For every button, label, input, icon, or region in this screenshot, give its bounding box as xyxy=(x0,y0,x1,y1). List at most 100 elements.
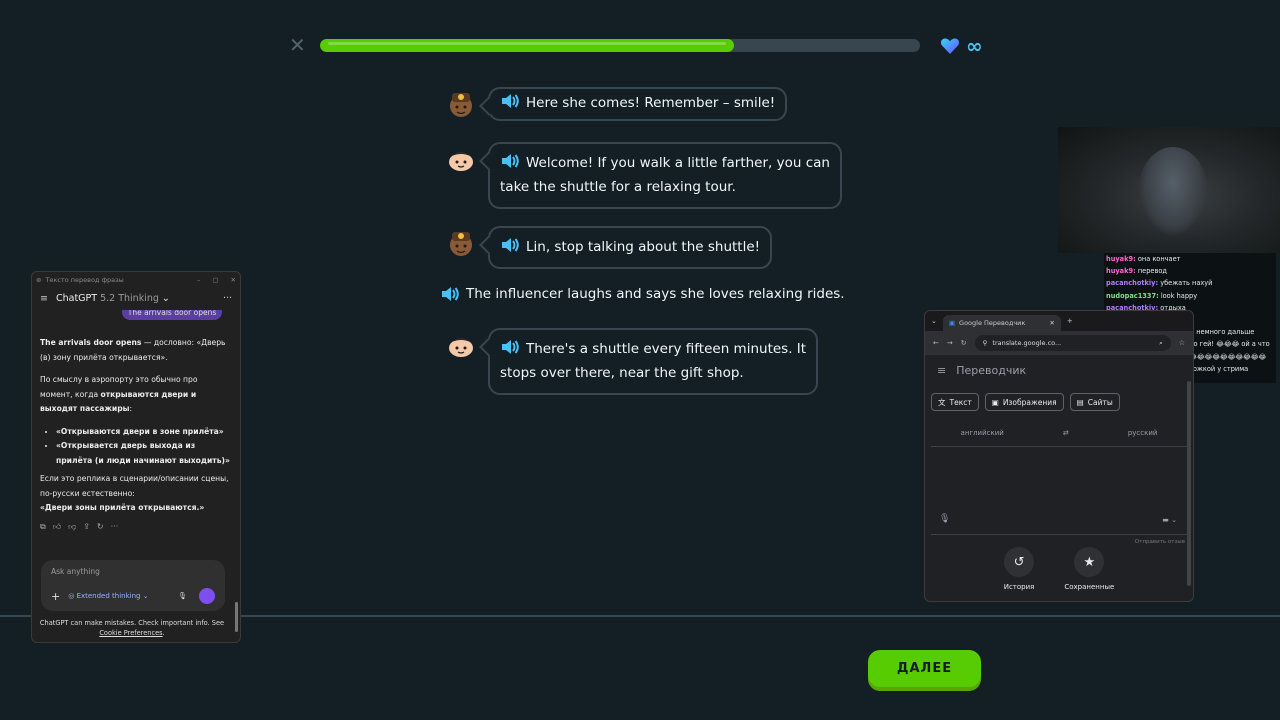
history-icon: ↺ xyxy=(1004,547,1035,577)
streamer-figure xyxy=(1138,147,1208,237)
voice-mode-button[interactable] xyxy=(199,588,215,604)
tab-google-translate[interactable]: ▣ Google Переводчик ✕ xyxy=(942,315,1061,331)
mode-sites-chip[interactable]: ▤ Сайты xyxy=(1069,393,1120,411)
sidebar-toggle-icon[interactable]: ≡ xyxy=(40,293,48,304)
target-language[interactable]: русский xyxy=(1128,429,1158,437)
dialogue-text: Welcome! If you walk a little farther, y… xyxy=(526,155,830,171)
tab-menu-icon[interactable]: ⌄ xyxy=(931,317,937,325)
chat-input-placeholder[interactable]: Ask anything xyxy=(51,567,215,576)
chat-input[interactable]: Ask anything + ◎ Extended thinking ⌄ 🎙︎ xyxy=(41,560,225,611)
close-window-icon[interactable]: ✕ xyxy=(231,276,236,284)
chatgpt-window: ⊛ Тексто перевод фразы – ▢ ✕ ≡ ChatGPT 5.… xyxy=(31,271,241,643)
cookie-preferences-link[interactable]: Cookie Preferences xyxy=(99,629,162,637)
dialogue-line-4: There's a shuttle every fifteen minutes.… xyxy=(446,328,819,395)
history-button[interactable]: ↺ История xyxy=(1003,547,1035,591)
hearts-counter[interactable]: ∞ xyxy=(940,34,983,58)
bookmark-star-icon[interactable]: ☆ xyxy=(1179,339,1185,347)
speaker-icon[interactable] xyxy=(500,93,520,109)
dialogue-line-1: Here she comes! Remember – smile! xyxy=(446,87,788,121)
menu-icon[interactable]: ≡ xyxy=(937,364,946,377)
address-bar[interactable]: ⚲ translate.google.co... ⌕ xyxy=(974,335,1171,351)
speech-bubble[interactable]: There's a shuttle every fifteen minutes.… xyxy=(488,328,819,395)
regenerate-icon[interactable]: ↻ xyxy=(97,522,104,532)
share-icon[interactable]: ⇪ xyxy=(83,522,90,532)
history-label: История xyxy=(1003,583,1035,591)
star-icon: ★ xyxy=(1074,547,1105,577)
chip-label: Сайты xyxy=(1087,397,1113,407)
disclaimer-end: . xyxy=(162,629,165,637)
chip-label: Изображения xyxy=(1002,397,1057,407)
saved-button[interactable]: ★ Сохраненные xyxy=(1064,547,1114,591)
new-tab-icon[interactable]: + xyxy=(1067,317,1073,325)
hearts-value: ∞ xyxy=(966,34,983,58)
chat-username: huyak9: xyxy=(1106,267,1136,276)
feedback-link[interactable]: Отправить отзыв xyxy=(925,535,1193,545)
chip-label: Текст xyxy=(949,397,972,407)
chat-username: pacanchotkiy: xyxy=(1106,279,1159,288)
speaker-icon[interactable] xyxy=(500,237,520,253)
close-lesson-icon[interactable]: ✕ xyxy=(289,35,307,55)
disclaimer-text: ChatGPT can make mistakes. Check importa… xyxy=(39,619,225,627)
language-selector: английский ⇄ русский xyxy=(931,419,1187,447)
chatgpt-header: ≡ ChatGPT 5.2 Thinking ⌄ ··· xyxy=(32,288,240,308)
copy-icon[interactable]: ⧉ xyxy=(40,522,46,532)
chatgpt-disclaimer: ChatGPT can make mistakes. Check importa… xyxy=(32,618,232,638)
dialogue-text: take the shuttle for a relaxing tour. xyxy=(500,179,736,195)
model-selector[interactable]: ChatGPT 5.2 Thinking ⌄ xyxy=(56,293,170,304)
google-translate-window: ⌄ ▣ Google Переводчик ✕ + ← → ↻ ⚲ transl… xyxy=(924,310,1194,602)
microphone-icon[interactable]: 🎙︎ xyxy=(178,592,187,600)
webcam-overlay xyxy=(1058,127,1280,253)
tab-title: Google Переводчик xyxy=(959,319,1026,327)
model-name: ChatGPT xyxy=(55,292,98,304)
maximize-icon[interactable]: ▢ xyxy=(212,276,218,284)
browser-tabbar: ⌄ ▣ Google Переводчик ✕ + xyxy=(925,311,1193,331)
reload-icon[interactable]: ↻ xyxy=(961,339,967,347)
speaker-icon[interactable] xyxy=(500,339,520,355)
thumbs-up-icon[interactable]: 👍︎ xyxy=(53,522,61,532)
speaker-icon[interactable] xyxy=(500,153,520,169)
saved-label: Сохраненные xyxy=(1064,583,1115,591)
keyboard-icon[interactable]: ▬ ⌄ xyxy=(1162,516,1177,524)
continue-button[interactable]: ДАЛЕЕ xyxy=(868,650,981,687)
back-icon[interactable]: ← xyxy=(933,339,939,347)
translate-scrollbar[interactable] xyxy=(1187,381,1191,586)
mode-text-chip[interactable]: 文 Текст xyxy=(931,393,979,411)
close-tab-icon[interactable]: ✕ xyxy=(1049,319,1054,327)
more-options-icon[interactable]: ··· xyxy=(223,293,232,304)
bea-avatar-icon xyxy=(449,152,473,171)
extended-thinking-toggle[interactable]: ◎ Extended thinking ⌄ xyxy=(68,592,148,600)
dialogue-text: Here she comes! Remember – smile! xyxy=(526,95,776,111)
chat-message: nudopac1337: look happy xyxy=(1106,290,1274,302)
chat-text: перевод xyxy=(1135,267,1167,276)
thumbs-down-icon[interactable]: 👎︎ xyxy=(68,522,76,532)
source-text-area[interactable]: 🎙︎ ▬ ⌄ xyxy=(931,447,1187,535)
scrollbar-thumb[interactable] xyxy=(235,602,238,632)
site-info-icon[interactable]: ⚲ xyxy=(983,339,988,347)
mode-images-chip[interactable]: ▣ Изображения xyxy=(984,393,1064,411)
speech-bubble[interactable]: Welcome! If you walk a little farther, y… xyxy=(488,142,842,209)
translate-bottom-actions: ↺ История ★ Сохраненные xyxy=(925,547,1193,591)
source-language[interactable]: английский xyxy=(961,429,1004,437)
answer-text: Если это реплика в сценарии/описании сце… xyxy=(40,474,229,498)
forward-icon[interactable]: → xyxy=(947,339,953,347)
answer-bullet: «Открывается дверь выхода из прилёта (и … xyxy=(56,439,232,468)
chatgpt-window-title: Тексто перевод фразы xyxy=(45,276,124,284)
model-version: 5.2 Thinking xyxy=(100,292,159,304)
google-translate-favicon: ▣ xyxy=(948,319,956,327)
minimize-icon[interactable]: – xyxy=(197,276,200,284)
zoom-icon[interactable]: ⌕ xyxy=(1159,339,1163,348)
plus-icon[interactable]: + xyxy=(51,590,60,603)
zari-avatar-icon xyxy=(450,93,472,117)
more-icon[interactable]: ··· xyxy=(111,522,119,532)
zari-avatar-icon xyxy=(450,232,472,256)
dialogue-text: There's a shuttle every fifteen minutes.… xyxy=(526,341,807,357)
speaker-icon[interactable] xyxy=(440,286,460,302)
heart-icon xyxy=(940,38,960,54)
chatgpt-scrollbar[interactable] xyxy=(235,292,238,637)
speech-bubble[interactable]: Lin, stop talking about the shuttle! xyxy=(488,226,773,269)
speech-bubble[interactable]: Here she comes! Remember – smile! xyxy=(488,87,788,121)
chat-username: huyak9: xyxy=(1106,255,1136,263)
microphone-icon[interactable]: 🎙︎ xyxy=(939,514,950,524)
swap-languages-icon[interactable]: ⇄ xyxy=(1063,429,1069,437)
url-text[interactable]: translate.google.co... xyxy=(992,339,1061,347)
